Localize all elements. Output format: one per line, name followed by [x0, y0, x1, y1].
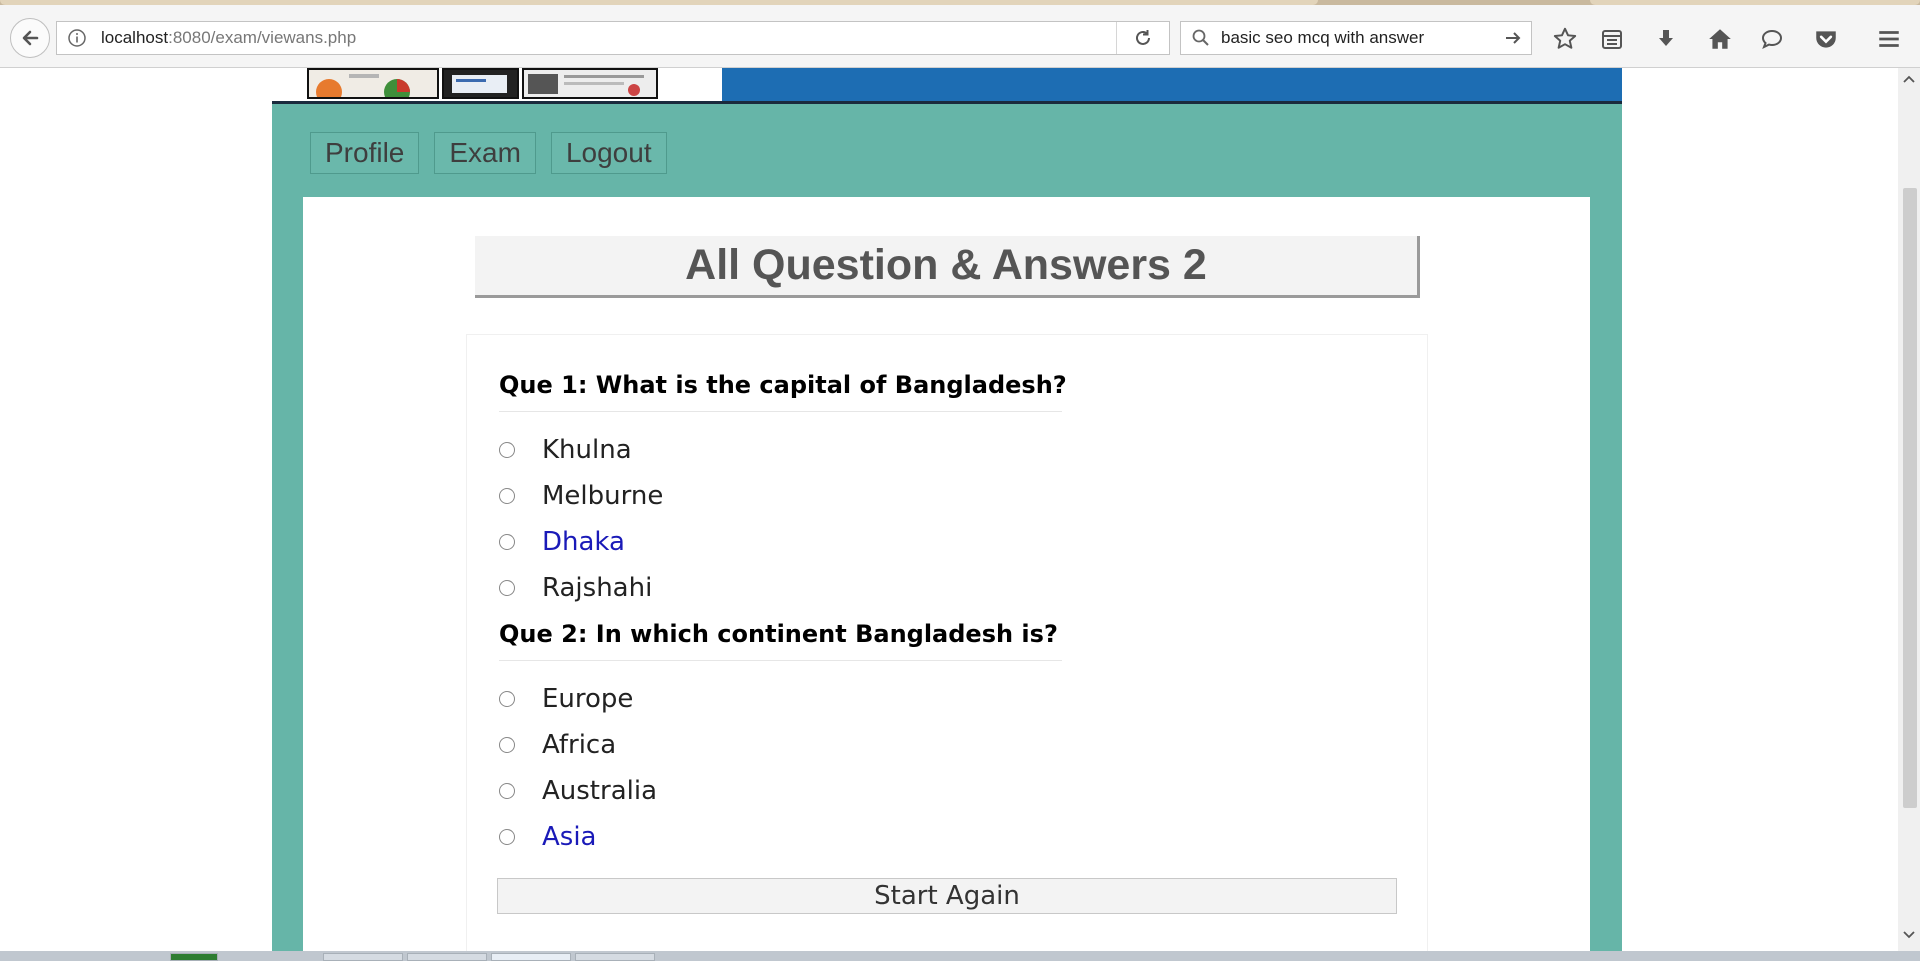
- page-title: All Question & Answers 2: [685, 241, 1207, 289]
- main-menu: Profile Exam Logout: [310, 132, 667, 174]
- page-scrollbar[interactable]: [1898, 68, 1920, 951]
- info-icon[interactable]: [67, 28, 87, 48]
- question-1-option-correct[interactable]: Dhaka: [499, 524, 625, 560]
- taskbar-item[interactable]: [575, 953, 655, 961]
- download-icon[interactable]: [1652, 25, 1680, 53]
- radio-button[interactable]: [499, 737, 515, 753]
- question-2-option[interactable]: Africa: [499, 727, 616, 763]
- answers-panel: Que 1: What is the capital of Bangladesh…: [466, 334, 1428, 951]
- page-title-box: All Question & Answers 2: [475, 236, 1420, 298]
- menu-logout-link[interactable]: Logout: [550, 132, 667, 174]
- banner-thumbnail-image: [522, 68, 658, 99]
- radio-button[interactable]: [499, 488, 515, 504]
- pocket-icon[interactable]: [1812, 25, 1840, 53]
- search-go-arrow-icon[interactable]: [1503, 28, 1523, 48]
- header-banner: [272, 68, 1622, 104]
- hamburger-menu-icon[interactable]: [1875, 25, 1903, 53]
- start-again-button[interactable]: Start Again: [497, 878, 1397, 914]
- option-label-correct: Asia: [542, 822, 597, 852]
- question-2-option[interactable]: Europe: [499, 681, 633, 717]
- taskbar-item[interactable]: [491, 953, 571, 961]
- back-arrow-icon: [22, 30, 39, 46]
- reading-list-icon[interactable]: [1598, 25, 1626, 53]
- search-bar[interactable]: basic seo mcq with answer: [1180, 21, 1532, 55]
- option-label-correct: Dhaka: [542, 527, 625, 557]
- url-host: localhost: [101, 28, 169, 47]
- chat-bubble-icon[interactable]: [1758, 25, 1786, 53]
- browser-toolbar: localhost:8080/exam/viewans.php basic se…: [0, 5, 1920, 68]
- bookmark-star-icon[interactable]: [1551, 25, 1579, 53]
- question-1-option[interactable]: Rajshahi: [499, 570, 652, 606]
- option-label: Australia: [542, 776, 658, 806]
- taskbar-item[interactable]: [323, 953, 403, 961]
- scroll-up-arrow-icon[interactable]: [1903, 74, 1915, 84]
- os-taskbar: [0, 951, 1920, 961]
- page-viewport: Profile Exam Logout All Question & Answe…: [0, 68, 1898, 951]
- back-button[interactable]: [10, 18, 50, 58]
- url-path: :8080/exam/viewans.php: [168, 28, 357, 47]
- option-label: Europe: [542, 684, 634, 714]
- scrollbar-thumb[interactable]: [1903, 188, 1917, 808]
- option-label: Melburne: [542, 481, 664, 511]
- radio-button[interactable]: [499, 783, 515, 799]
- home-icon[interactable]: [1706, 25, 1734, 53]
- question-1-option[interactable]: Khulna: [499, 432, 632, 468]
- question-1-option[interactable]: Melburne: [499, 478, 663, 514]
- banner-thumbnail-image: [307, 68, 439, 101]
- url-text: localhost:8080/exam/viewans.php: [101, 28, 356, 48]
- banner-thumbnail-image: [442, 68, 519, 99]
- reload-button[interactable]: [1116, 22, 1169, 54]
- question-1-text: Que 1: What is the capital of Bangladesh…: [499, 371, 1067, 412]
- taskbar-item[interactable]: [170, 953, 218, 961]
- taskbar-item[interactable]: [407, 953, 487, 961]
- radio-button[interactable]: [499, 534, 515, 550]
- option-label: Rajshahi: [542, 573, 653, 603]
- address-bar[interactable]: localhost:8080/exam/viewans.php: [56, 21, 1170, 55]
- radio-button[interactable]: [499, 442, 515, 458]
- menu-profile-link[interactable]: Profile: [310, 132, 420, 174]
- radio-button[interactable]: [499, 580, 515, 596]
- search-query: basic seo mcq with answer: [1221, 28, 1425, 47]
- main-wrapper: Profile Exam Logout All Question & Answe…: [272, 104, 1622, 951]
- question-2-option-correct[interactable]: Asia: [499, 819, 597, 855]
- menu-exam-link[interactable]: Exam: [434, 132, 536, 174]
- search-icon: [1192, 29, 1209, 46]
- option-label: Africa: [542, 730, 617, 760]
- radio-button[interactable]: [499, 691, 515, 707]
- content-area: All Question & Answers 2 Que 1: What is …: [303, 197, 1590, 951]
- question-2-option[interactable]: Australia: [499, 773, 657, 809]
- question-2-text: Que 2: In which continent Bangladesh is?: [499, 620, 1062, 661]
- option-label: Khulna: [542, 435, 632, 465]
- radio-button[interactable]: [499, 829, 515, 845]
- scroll-down-arrow-icon[interactable]: [1903, 930, 1915, 940]
- reload-icon: [1136, 30, 1150, 45]
